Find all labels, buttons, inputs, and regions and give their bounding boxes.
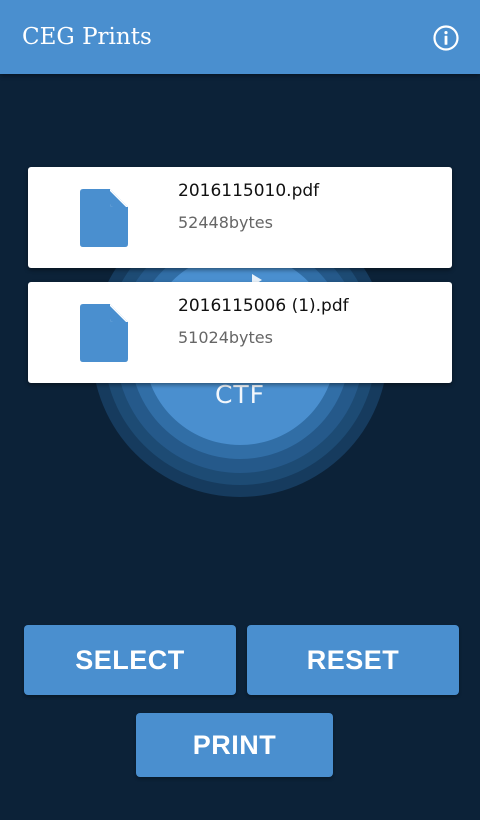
- file-card[interactable]: 2016115006 (1).pdf 51024bytes: [28, 282, 452, 383]
- reset-button[interactable]: RESET: [247, 625, 459, 695]
- file-size: 51024bytes: [178, 328, 273, 347]
- app-bar: CEG Prints: [0, 0, 480, 74]
- select-button[interactable]: SELECT: [24, 625, 236, 695]
- file-name: 2016115006 (1).pdf: [178, 296, 349, 316]
- document-icon: [80, 189, 128, 247]
- app-title: CEG Prints: [22, 24, 152, 50]
- ctf-label[interactable]: CTF: [190, 380, 290, 409]
- file-card[interactable]: 2016115010.pdf 52448bytes: [28, 167, 452, 268]
- file-name: 2016115010.pdf: [178, 181, 320, 201]
- document-icon: [80, 304, 128, 362]
- print-button[interactable]: PRINT: [136, 713, 333, 777]
- file-size: 52448bytes: [178, 213, 273, 232]
- info-icon[interactable]: [432, 24, 460, 52]
